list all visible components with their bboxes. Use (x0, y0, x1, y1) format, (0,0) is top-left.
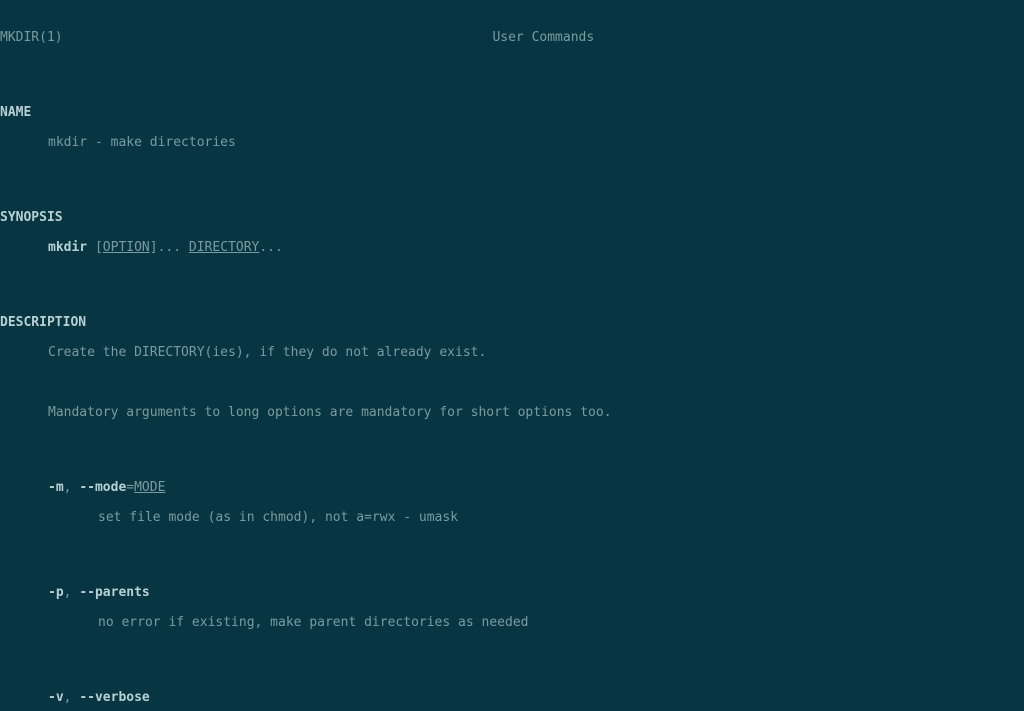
man-page[interactable]: MKDIR(1) User Commands NAME mkdir - make… (0, 0, 1024, 711)
description-p1: Create the DIRECTORY(ies), if they do no… (0, 345, 1024, 360)
synopsis-option: OPTION (103, 240, 150, 255)
synopsis-line: mkdir [OPTION]... DIRECTORY... (0, 240, 1024, 255)
header-left: MKDIR(1) (0, 30, 63, 45)
section-name-heading: NAME (0, 105, 1024, 120)
header-center: User Commands (63, 30, 1024, 45)
option-mode-desc: set file mode (as in chmod), not a=rwx -… (0, 510, 1024, 525)
description-p2: Mandatory arguments to long options are … (0, 405, 1024, 420)
option-parents-desc: no error if existing, make parent direct… (0, 615, 1024, 630)
synopsis-cmd: mkdir (48, 240, 87, 255)
synopsis-directory: DIRECTORY (189, 240, 259, 255)
option-verbose: -v, --verbose (0, 690, 1024, 705)
section-synopsis-heading: SYNOPSIS (0, 210, 1024, 225)
section-description-heading: DESCRIPTION (0, 315, 1024, 330)
name-text: mkdir - make directories (0, 135, 1024, 150)
man-header: MKDIR(1) User Commands (0, 30, 1024, 45)
option-mode: -m, --mode=MODE (0, 480, 1024, 495)
option-parents: -p, --parents (0, 585, 1024, 600)
